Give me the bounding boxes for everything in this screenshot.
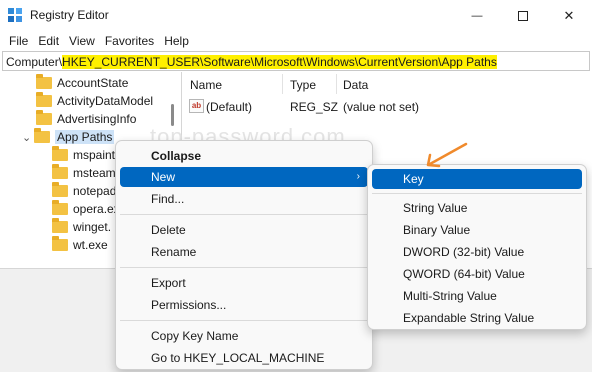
menu-item-label: Rename (151, 245, 197, 259)
ab-string-icon: ab (189, 99, 204, 113)
menu-item-label: Collapse (151, 149, 202, 163)
menu-view[interactable]: View (64, 31, 100, 51)
tree-item-mspaint[interactable]: mspaint (52, 146, 115, 164)
menu-item-collapse[interactable]: Collapse (120, 146, 368, 166)
menu-item-copy-key-name[interactable]: Copy Key Name (120, 326, 368, 346)
menu-item-label: New (151, 170, 176, 184)
menu-item-label: Expandable String Value (403, 311, 535, 325)
value-data: (value not set) (343, 100, 420, 114)
tree-item-label: AccountState (57, 76, 129, 90)
folder-icon (52, 164, 68, 179)
tree-item-app-paths[interactable]: ⌄ App Paths (22, 128, 115, 146)
annotation-arrow-icon (426, 142, 468, 168)
new-submenu: Key String Value Binary Value DWORD (32-… (367, 164, 587, 330)
tree-item-label: App Paths (55, 130, 115, 144)
maximize-button[interactable] (500, 0, 546, 31)
tree-item-label: AdvertisingInfo (57, 112, 137, 126)
folder-icon (52, 200, 68, 215)
menu-item-label: String Value (403, 201, 468, 215)
menu-item-find[interactable]: Find... (120, 189, 368, 209)
menu-file[interactable]: File (4, 31, 33, 51)
address-path: HKEY_CURRENT_USER\Software\Microsoft\Win… (62, 55, 497, 69)
menu-separator (120, 320, 368, 321)
menu-separator (120, 214, 368, 215)
value-type: REG_SZ (290, 100, 339, 114)
tree-item-accountstate[interactable]: AccountState (36, 74, 128, 92)
column-divider[interactable] (282, 74, 283, 94)
tree-item-label: mspaint (73, 148, 116, 162)
menu-item-qword-value[interactable]: QWORD (64-bit) Value (372, 264, 582, 284)
context-menu: Collapse New › Find... Delete Rename Exp… (115, 140, 373, 370)
minimize-icon: — (471, 9, 483, 22)
folder-icon (36, 110, 52, 125)
tree-item-notepad[interactable]: notepad (52, 182, 116, 200)
tree-item-label: notepad (73, 184, 117, 198)
menu-item-string-value[interactable]: String Value (372, 198, 582, 218)
menu-item-multi-string-value[interactable]: Multi-String Value (372, 286, 582, 306)
menu-item-new[interactable]: New › (120, 167, 368, 187)
menu-item-label: Delete (151, 223, 186, 237)
menu-edit[interactable]: Edit (33, 31, 64, 51)
address-prefix: Computer\ (6, 55, 63, 69)
menu-item-permissions[interactable]: Permissions... (120, 295, 368, 315)
registry-editor-icon (8, 8, 22, 22)
menu-item-label: Go to HKEY_LOCAL_MACHINE (151, 351, 325, 365)
menu-item-label: Permissions... (151, 298, 227, 312)
tree-item-label: opera.ex (73, 202, 120, 216)
tree-item-wt[interactable]: wt.exe (52, 236, 108, 254)
tree-item-label: winget. (73, 220, 112, 234)
menu-item-label: QWORD (64-bit) Value (403, 267, 525, 281)
folder-icon (36, 92, 52, 107)
column-header-name[interactable]: Name (190, 78, 222, 92)
chevron-down-icon[interactable]: ⌄ (22, 131, 32, 144)
folder-icon (34, 128, 50, 143)
tree-item-activitydatamodel[interactable]: ActivityDataModel (36, 92, 153, 110)
menu-item-label: Export (151, 276, 186, 290)
minimize-button[interactable]: — (454, 0, 500, 31)
menu-item-label: Multi-String Value (403, 289, 497, 303)
menu-item-dword-value[interactable]: DWORD (32-bit) Value (372, 242, 582, 262)
tree-item-advertisinginfo[interactable]: AdvertisingInfo (36, 110, 136, 128)
maximize-icon (518, 10, 528, 21)
folder-icon (52, 146, 68, 161)
menu-item-export[interactable]: Export (120, 273, 368, 293)
menu-favorites[interactable]: Favorites (100, 31, 159, 51)
menu-item-label: Copy Key Name (151, 329, 239, 343)
menu-help[interactable]: Help (159, 31, 194, 51)
tree-item-msteams[interactable]: msteam (52, 164, 116, 182)
menu-item-goto-hklm[interactable]: Go to HKEY_LOCAL_MACHINE (120, 348, 368, 368)
window-title: Registry Editor (30, 8, 109, 22)
close-button[interactable]: ✕ (546, 0, 592, 31)
menu-item-label: DWORD (32-bit) Value (403, 245, 525, 259)
tree-item-label: msteam (73, 166, 116, 180)
scrollbar-thumb[interactable] (171, 104, 174, 126)
folder-icon (36, 74, 52, 89)
column-divider[interactable] (336, 74, 337, 94)
submenu-arrow-icon: › (356, 171, 360, 182)
folder-icon (52, 218, 68, 233)
menu-item-rename[interactable]: Rename (120, 242, 368, 262)
menu-item-binary-value[interactable]: Binary Value (372, 220, 582, 240)
tree-item-label: wt.exe (73, 238, 108, 252)
close-icon: ✕ (563, 7, 575, 23)
tree-item-opera[interactable]: opera.ex (52, 200, 120, 218)
menu-item-label: Binary Value (403, 223, 471, 237)
tree-item-winget[interactable]: winget. (52, 218, 111, 236)
menu-item-expandable-string-value[interactable]: Expandable String Value (372, 308, 582, 328)
column-header-data[interactable]: Data (343, 78, 368, 92)
menu-separator (372, 193, 582, 194)
menu-item-label: Key (403, 172, 424, 186)
address-bar[interactable]: Computer\HKEY_CURRENT_USER\Software\Micr… (2, 51, 590, 71)
menu-item-delete[interactable]: Delete (120, 220, 368, 240)
folder-icon (52, 236, 68, 251)
tree-item-label: ActivityDataModel (57, 94, 154, 108)
menu-bar: File Edit View Favorites Help (0, 31, 592, 51)
folder-icon (52, 182, 68, 197)
menu-separator (120, 267, 368, 268)
value-name: (Default) (206, 100, 253, 114)
title-bar: Registry Editor — ✕ (0, 0, 592, 31)
menu-item-label: Find... (151, 192, 185, 206)
menu-item-new-key[interactable]: Key (372, 169, 582, 189)
column-header-type[interactable]: Type (290, 78, 316, 92)
